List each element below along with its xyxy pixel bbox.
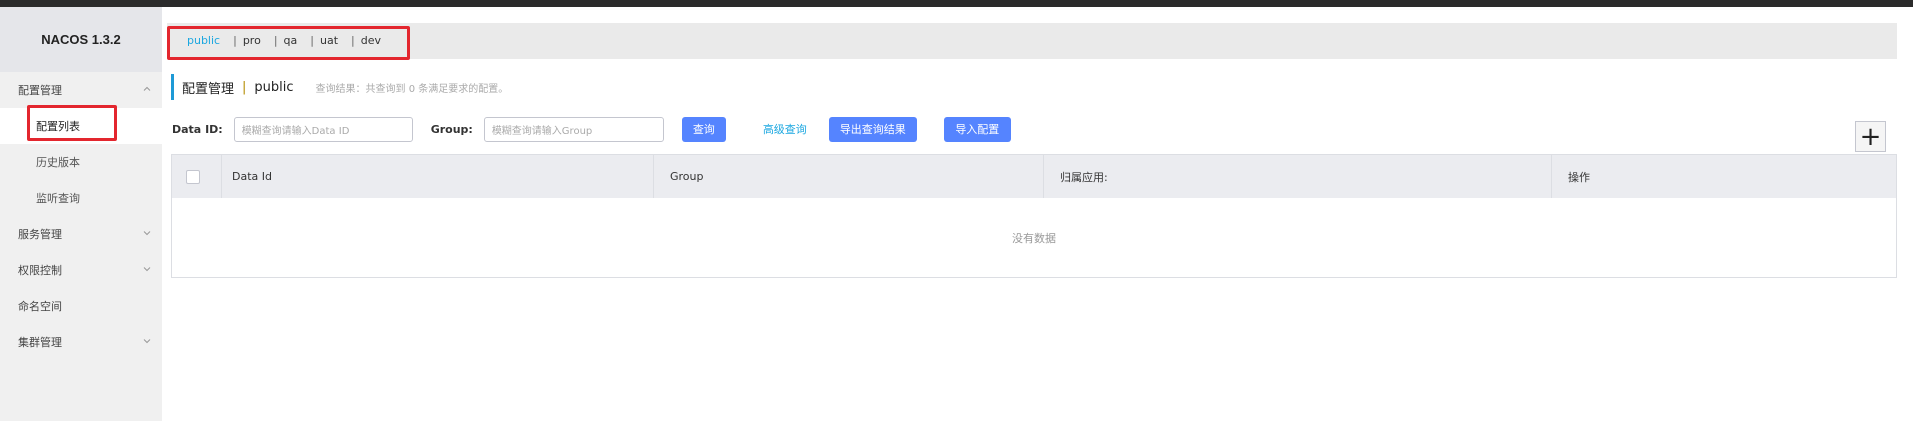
sidebar-item-label: 监听查询 [36, 192, 80, 205]
title-separator: | [242, 79, 247, 95]
sidebar-item-label: 配置管理 [18, 84, 62, 97]
query-result-text: 查询结果：共查询到 0 条满足要求的配置。 [315, 83, 509, 95]
advanced-query-link[interactable]: 高级查询 [763, 121, 807, 137]
group-input[interactable]: 模糊查询请输入Group [483, 116, 664, 142]
sidebar-item-service-management[interactable]: 服务管理 [0, 216, 162, 252]
plus-icon: + [1859, 121, 1882, 152]
config-table: Data Id Group 归属应用: 操作 没有数据 [171, 154, 1897, 278]
search-form: Data ID: 模糊查询请输入Data ID Group: 模糊查询请输入Gr… [172, 116, 1011, 142]
sidebar-item-label: 服务管理 [18, 228, 62, 241]
add-config-button[interactable]: + [1855, 121, 1886, 152]
sidebar-item-access-control[interactable]: 权限控制 [0, 252, 162, 288]
namespace-bar: public | pro | qa | uat | dev [167, 23, 1897, 59]
page-title-row: 配置管理 | public 查询结果：共查询到 0 条满足要求的配置。 [171, 74, 508, 100]
main-content: public | pro | qa | uat | dev 配置管理 | pub… [162, 7, 1913, 421]
column-header-actions: 操作 [1568, 170, 1590, 184]
import-button[interactable]: 导入配置 [943, 116, 1011, 142]
sidebar-item-label: 命名空间 [18, 300, 62, 313]
highlight-box-config-list [27, 105, 117, 141]
chevron-up-icon [142, 84, 152, 94]
table-empty-text: 没有数据 [1012, 231, 1056, 245]
app-logo: NACOS 1.3.2 [0, 7, 162, 72]
table-header: Data Id Group 归属应用: 操作 [172, 155, 1896, 198]
sidebar: NACOS 1.3.2 配置管理 配置列表 历史版本 监听查询 服务管理 权限控… [0, 7, 162, 421]
data-id-input[interactable]: 模糊查询请输入Data ID [233, 116, 413, 142]
sidebar-item-history[interactable]: 历史版本 [0, 144, 162, 180]
window-top-bar [0, 0, 1913, 7]
sidebar-item-listener-query[interactable]: 监听查询 [0, 180, 162, 216]
chevron-down-icon [142, 336, 152, 346]
select-all-checkbox[interactable] [186, 169, 200, 184]
current-namespace: public [254, 79, 294, 95]
sidebar-item-label: 集群管理 [18, 336, 62, 349]
sidebar-item-config-management[interactable]: 配置管理 [0, 72, 162, 108]
column-header-group[interactable]: Group [654, 155, 1044, 198]
select-all-cell [172, 155, 222, 198]
sidebar-item-label: 历史版本 [36, 156, 80, 169]
chevron-down-icon [142, 228, 152, 238]
export-button[interactable]: 导出查询结果 [828, 116, 917, 142]
highlight-box-namespaces [167, 26, 410, 60]
page-title: 配置管理 [182, 81, 235, 97]
sidebar-item-label: 权限控制 [18, 264, 62, 277]
sidebar-item-namespace[interactable]: 命名空间 [0, 288, 162, 324]
data-id-label: Data ID: [172, 122, 223, 136]
column-header-app[interactable]: 归属应用: [1044, 155, 1552, 198]
group-label: Group: [430, 122, 473, 136]
query-button[interactable]: 查询 [681, 116, 726, 142]
column-header-data-id[interactable]: Data Id [222, 155, 654, 198]
chevron-down-icon [142, 264, 152, 274]
sidebar-item-cluster-management[interactable]: 集群管理 [0, 324, 162, 360]
